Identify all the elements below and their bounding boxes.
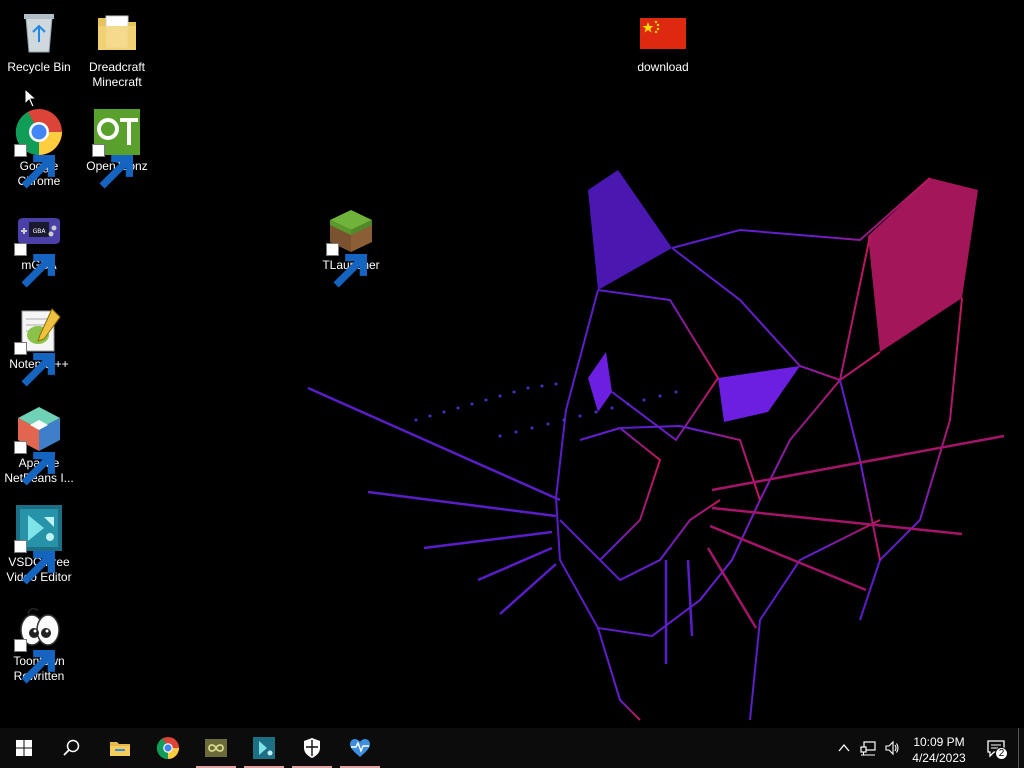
taskbar-health-app[interactable] (336, 728, 384, 768)
network-wired-icon (860, 741, 876, 756)
taskbar-vsdc[interactable] (240, 728, 288, 768)
vsdc-icon (14, 503, 64, 585)
file-explorer-icon (110, 742, 130, 756)
speaker-icon (885, 740, 899, 756)
shortcut-arrow-icon (14, 540, 56, 585)
shortcut-arrow-icon (92, 144, 133, 189)
clock-time: 10:09 PM (913, 734, 965, 749)
gameboy-advance-icon: GBA (14, 206, 64, 288)
taskbar-clock[interactable]: 10:09 PM 4/24/2023 (904, 731, 974, 766)
shortcut-arrow-icon (14, 639, 56, 684)
desktop-icon-chrome[interactable]: Google Chrome (0, 101, 78, 193)
desktop-icon-tlauncher[interactable]: TLauncher (312, 200, 390, 292)
clock-date: 4/24/2023 (912, 750, 966, 765)
shortcut-arrow-icon (14, 441, 56, 486)
svg-text:GBA: GBA (33, 228, 47, 235)
show-hidden-icons-button[interactable] (832, 728, 856, 768)
shortcut-arrow-icon (14, 243, 56, 288)
netbeans-cube-icon (14, 404, 64, 486)
desktop-icon-notepad-plus-plus[interactable]: Notepad++ (0, 299, 78, 391)
desktop-icon-recycle-bin[interactable]: Recycle Bin (0, 2, 78, 94)
recycle-bin-icon (14, 8, 64, 58)
show-desktop-button[interactable] (1018, 728, 1024, 768)
chrome-icon (14, 107, 64, 189)
desktop-icon-dreadcraft[interactable]: Dreadcraft Minecraft (78, 2, 156, 94)
taskbar: 10:09 PM 4/24/2023 2 (0, 728, 1024, 768)
icon-label: download (637, 60, 689, 74)
taskbar-chrome[interactable] (144, 728, 192, 768)
vsdc-icon (253, 737, 275, 759)
desktop-icon-mgba[interactable]: GBA mGBA (0, 200, 78, 292)
icon-label: Recycle Bin (7, 60, 71, 74)
desktop-icon-netbeans[interactable]: Apache NetBeans I... (0, 398, 78, 490)
china-flag-image-icon (638, 8, 688, 58)
shortcut-arrow-icon (14, 144, 56, 189)
toontown-icon (14, 602, 64, 684)
chrome-icon (156, 736, 180, 760)
folder-icon (92, 8, 142, 58)
desktop[interactable]: Recycle Bin Dreadcraft Minecraft downloa… (0, 0, 1024, 728)
taskbar-file-explorer[interactable] (96, 728, 144, 768)
grass-block-icon (326, 206, 376, 288)
volume-button[interactable] (880, 728, 904, 768)
infinity-app-icon (205, 739, 227, 757)
notification-count-badge: 2 (995, 747, 1008, 760)
search-button[interactable] (48, 728, 96, 768)
network-button[interactable] (856, 728, 880, 768)
chevron-up-icon (838, 743, 850, 752)
shortcut-arrow-icon (326, 243, 367, 288)
opentoonz-icon (92, 107, 142, 189)
heartbeat-icon (350, 739, 370, 757)
shortcut-arrow-icon (14, 342, 56, 387)
mouse-pointer-icon (24, 88, 36, 108)
notepad-plus-plus-icon (14, 305, 64, 387)
search-icon (63, 739, 80, 756)
icon-label: Dreadcraft Minecraft (88, 60, 146, 89)
windows-security-icon (304, 738, 320, 758)
desktop-icon-toontown[interactable]: Toontown Rewritten (0, 596, 78, 688)
taskbar-windows-security[interactable] (288, 728, 336, 768)
desktop-icon-vsdc[interactable]: VSDC Free Video Editor (0, 497, 78, 589)
action-center-button[interactable]: 2 (974, 728, 1018, 768)
taskbar-infinity-app[interactable] (192, 728, 240, 768)
desktop-icon-opentoonz[interactable]: OpenToonz (78, 101, 156, 193)
windows-start-icon (16, 740, 32, 756)
desktop-icon-download[interactable]: download (624, 2, 702, 94)
system-tray: 10:09 PM 4/24/2023 2 (832, 728, 1024, 768)
start-button[interactable] (0, 728, 48, 768)
